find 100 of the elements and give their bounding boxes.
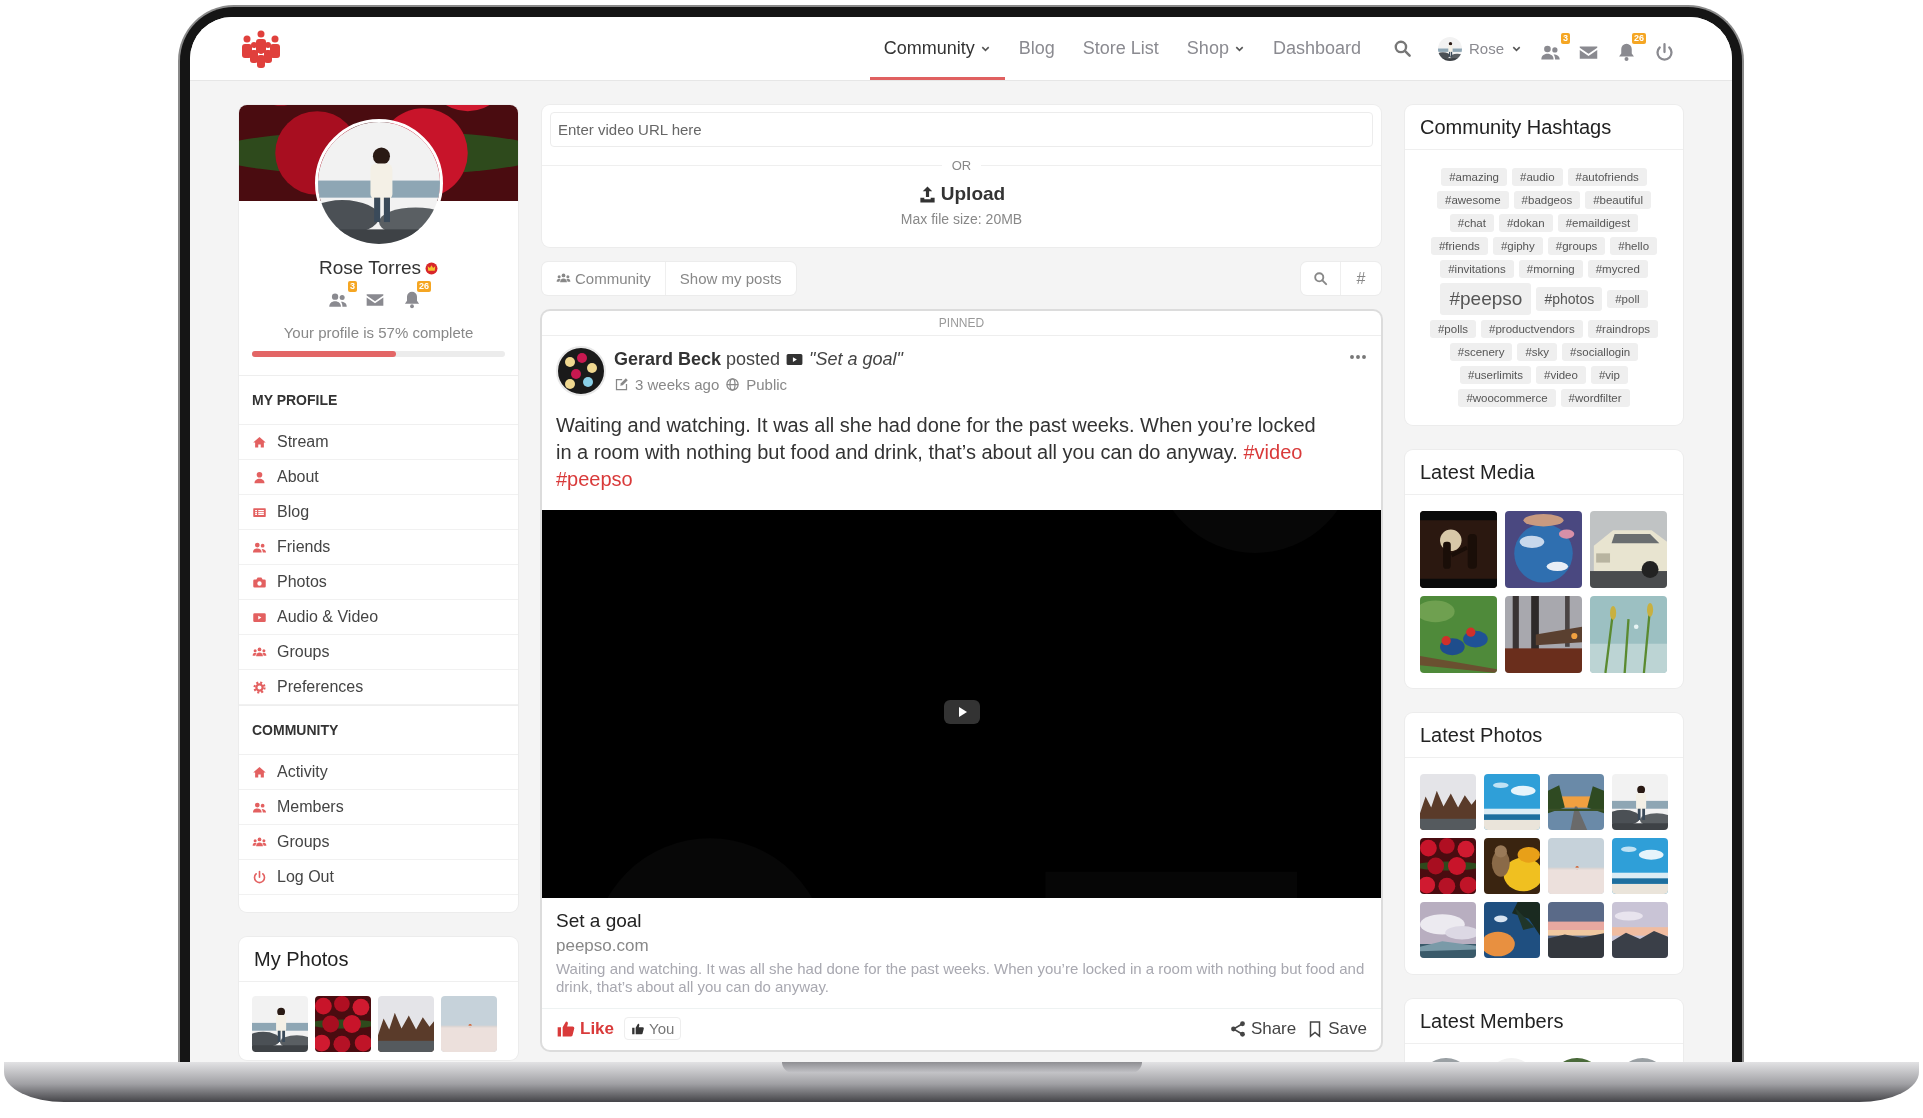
hashtag-chip[interactable]: #amazing xyxy=(1441,168,1507,186)
menu-item[interactable]: Stream xyxy=(239,425,518,460)
hashtag-chip[interactable]: #woocommerce xyxy=(1458,389,1556,407)
menu-item[interactable]: Activity xyxy=(239,755,518,790)
card-title: Latest Photos xyxy=(1405,713,1683,758)
privacy-label: Public xyxy=(746,376,788,393)
menu-item[interactable]: Log Out xyxy=(239,860,518,895)
hashtag-chip[interactable]: #photos xyxy=(1536,287,1603,311)
hashtag-chip[interactable]: #invitations xyxy=(1440,260,1514,278)
home-icon xyxy=(252,434,267,450)
hashtag-chip[interactable]: #wordfilter xyxy=(1560,389,1630,407)
user-menu[interactable]: Rose xyxy=(1437,32,1522,65)
card-title: Latest Media xyxy=(1405,450,1683,495)
count-badge: 3 xyxy=(348,281,357,292)
hashtag-chip[interactable]: #userlimits xyxy=(1460,366,1531,384)
hashtag-chip[interactable]: #dokan xyxy=(1498,214,1553,232)
count-badge: 26 xyxy=(417,281,431,292)
crown-badge-icon xyxy=(425,261,439,275)
embed-title[interactable]: Set a goal xyxy=(556,910,642,932)
embed-description: Waiting and watching. It was all she had done for the past weeks. When you’re locked in a room with nothing but food and drink, that’s about all you can do anyway. xyxy=(556,960,1366,996)
settings-icon xyxy=(252,679,267,695)
file-size-note: Max file size: 20MB xyxy=(900,211,1023,227)
menu-item[interactable]: Photos xyxy=(239,565,518,600)
user-name: Rose xyxy=(1468,40,1504,57)
url-field[interactable]: Enter video URL here xyxy=(550,112,1373,147)
hashtag-chip[interactable]: #productvendors xyxy=(1481,320,1583,338)
hashtag-link[interactable]: #peepso xyxy=(556,468,633,490)
filter-tab[interactable]: Show my posts xyxy=(665,262,796,295)
hashtag-chip[interactable]: #audio xyxy=(1512,168,1563,186)
power-icon xyxy=(1654,41,1675,63)
people-logo-icon[interactable] xyxy=(239,28,283,69)
section-heading: COMMUNITY xyxy=(239,705,518,755)
bell-icon xyxy=(402,290,422,310)
menu-item[interactable]: Preferences xyxy=(239,670,518,705)
home-icon xyxy=(252,764,267,780)
hashtag-chip[interactable]: #raindrops xyxy=(1587,320,1659,338)
hashtag-chip[interactable]: #hello xyxy=(1610,237,1658,255)
hashtag-chip[interactable]: #polls xyxy=(1429,320,1476,338)
post-time[interactable]: 3 weeks ago xyxy=(635,376,720,393)
hashtag-chip[interactable]: #chat xyxy=(1449,214,1494,232)
menu-item[interactable]: Audio & Video xyxy=(239,600,518,635)
menu-item[interactable]: Blog xyxy=(239,495,518,530)
nav-link[interactable]: Store List xyxy=(1068,17,1173,80)
menu-item[interactable]: Members xyxy=(239,790,518,825)
pinned-label: PINNED xyxy=(542,311,1381,336)
menu-item[interactable]: Groups xyxy=(239,635,518,670)
hashtag-chip[interactable]: #groups xyxy=(1547,237,1606,255)
hashtag-chip[interactable]: #poll xyxy=(1607,290,1648,308)
upload-button[interactable]: Upload xyxy=(917,183,1006,205)
save-button[interactable]: Save xyxy=(1306,1018,1367,1039)
hashtag-chip[interactable]: #awesome xyxy=(1437,191,1509,209)
upload-icon xyxy=(917,184,937,204)
count-badge: 3 xyxy=(1561,32,1570,44)
card-title: My Photos xyxy=(239,937,518,982)
avatar[interactable] xyxy=(556,346,606,396)
search-icon xyxy=(1392,39,1412,58)
hashtag-chip[interactable]: #friends xyxy=(1430,237,1488,255)
hashtag-chip[interactable]: #sociallogin xyxy=(1562,343,1639,361)
profile-name[interactable]: Rose Torres xyxy=(318,257,422,279)
post-text: Waiting and watching. It was all she had done for the past weeks. When you’re locked in a room with nothing but food and drink, that’s about all you can do anyway. #video #peepso xyxy=(556,413,1316,492)
hashtag-chip[interactable]: #morning xyxy=(1518,260,1583,278)
hashtag-chip[interactable]: #peepso xyxy=(1440,283,1532,315)
hashtag-chip[interactable]: #beautiful xyxy=(1585,191,1651,209)
hashtag-chip[interactable]: #scenery xyxy=(1449,343,1513,361)
edit-icon[interactable] xyxy=(614,377,629,392)
embed-site: peepso.com xyxy=(556,936,649,956)
globe-icon xyxy=(725,377,741,392)
card-title: Latest Members xyxy=(1405,999,1683,1044)
profile-completion-text: Your profile is 57% complete xyxy=(282,324,475,341)
share-button[interactable]: Share xyxy=(1228,1018,1297,1039)
nav-link[interactable]: Dashboard xyxy=(1258,17,1375,80)
card-title: Community Hashtags xyxy=(1405,105,1683,150)
menu-item[interactable]: About xyxy=(239,460,518,495)
count-badge: 26 xyxy=(1632,32,1646,44)
hashtag-chip[interactable]: #mycred xyxy=(1587,260,1648,278)
hashtag-chip[interactable]: #giphy xyxy=(1492,237,1543,255)
hashtag-chip[interactable]: #vip xyxy=(1590,366,1628,384)
hashtag-link[interactable]: #video xyxy=(1243,441,1303,463)
author-name[interactable]: Gerard Beck xyxy=(614,349,722,370)
hashtag-chip[interactable]: #autofriends xyxy=(1567,168,1647,186)
like-button[interactable]: Like xyxy=(556,1018,615,1039)
hashtag-chip[interactable]: #video xyxy=(1536,366,1586,384)
menu-item[interactable]: Groups xyxy=(239,825,518,860)
filter-tab[interactable]: Community xyxy=(542,262,666,295)
hashtag-chip[interactable]: #emaildigest xyxy=(1557,214,1639,232)
likers-button[interactable]: You xyxy=(624,1017,682,1040)
thumbs-up-icon xyxy=(631,1021,646,1036)
menu-item[interactable]: Friends xyxy=(239,530,518,565)
post-action: posted xyxy=(726,349,781,370)
hashtag-button[interactable]: # xyxy=(1341,262,1381,295)
section-heading: MY PROFILE xyxy=(239,375,518,425)
search-icon xyxy=(1313,271,1328,286)
share-icon xyxy=(1228,1019,1247,1038)
hashtag-chip[interactable]: #badgeos xyxy=(1513,191,1581,209)
post-title: "Set a goal" xyxy=(809,349,903,370)
power-icon xyxy=(252,869,267,885)
play-button[interactable] xyxy=(943,700,980,724)
hashtag-chip[interactable]: #sky xyxy=(1517,343,1558,361)
user-icon xyxy=(252,469,267,485)
nav-link[interactable]: Community xyxy=(869,17,1005,80)
